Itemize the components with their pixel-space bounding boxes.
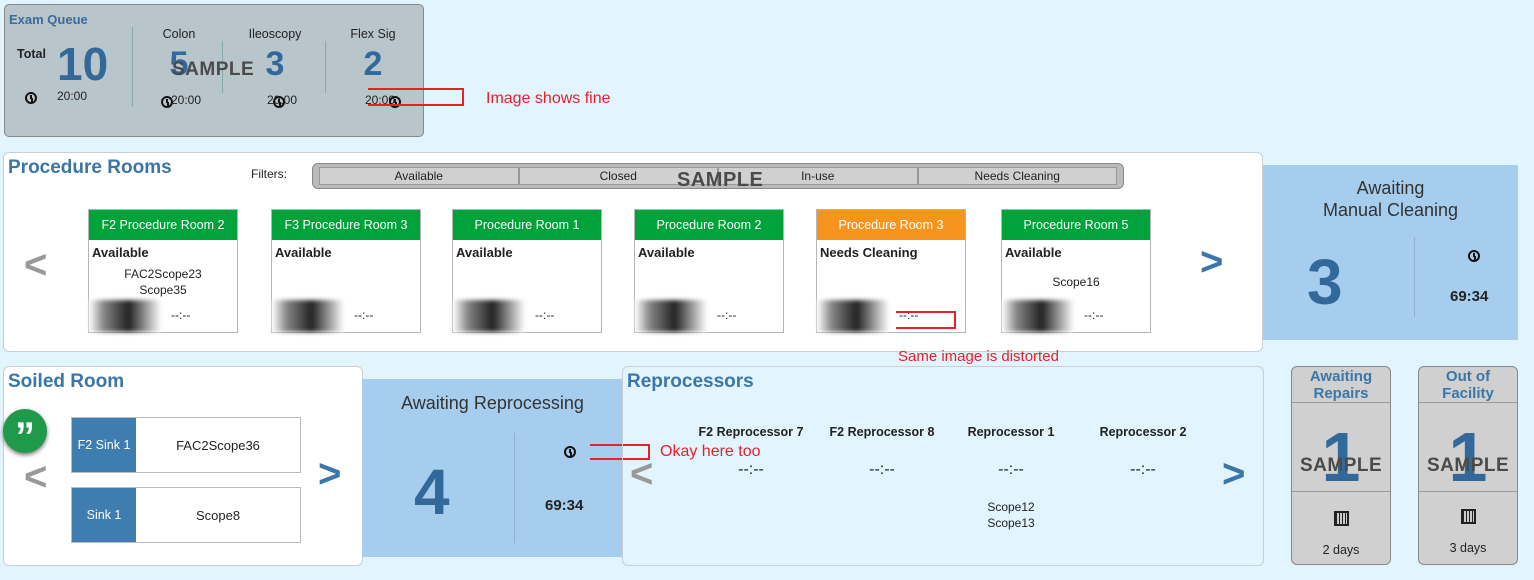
- annotation-arrow: [368, 88, 464, 106]
- total-label: Total: [17, 47, 46, 61]
- clock-icon: [564, 446, 576, 458]
- calendar-icon: [1334, 511, 1349, 526]
- room-card[interactable]: F2 Procedure Room 2 Available FAC2Scope23 S…: [88, 209, 238, 333]
- reprocessor-item[interactable]: F2 Reprocessor 8 --:--: [817, 425, 947, 479]
- total-count: 10: [57, 38, 109, 90]
- room-card[interactable]: F3 Procedure Room 3 Available --:--: [271, 209, 421, 333]
- prev-sinks-button[interactable]: <: [24, 455, 47, 500]
- clock-icon: [25, 92, 37, 104]
- prev-rooms-button[interactable]: <: [24, 243, 47, 288]
- scope-image: [89, 300, 161, 332]
- soiled-room-title: Soiled Room: [8, 371, 125, 392]
- scope-image: [272, 300, 344, 332]
- watermark: SAMPLE: [1300, 455, 1383, 476]
- awaiting-reprocessing-panel[interactable]: Awaiting Reprocessing 4 69:34: [362, 379, 623, 557]
- reprocessor-item[interactable]: F2 Reprocessor 7 --:--: [686, 425, 816, 479]
- scope-image: [453, 300, 525, 332]
- scope-image: [635, 300, 707, 332]
- clock-icon: [1468, 250, 1480, 262]
- next-sinks-button[interactable]: >: [318, 452, 341, 497]
- watermark: SAMPLE: [677, 169, 764, 191]
- total-time: 20:00: [57, 89, 88, 103]
- filter-available[interactable]: Available: [319, 167, 519, 185]
- filter-needs-cleaning[interactable]: Needs Cleaning: [917, 167, 1117, 185]
- scope-image: [1002, 300, 1074, 332]
- awaiting-manual-cleaning-panel[interactable]: Awaiting Manual Cleaning 3 69:34: [1263, 165, 1518, 340]
- quote-icon[interactable]: ”: [3, 409, 47, 459]
- annotation: Image shows fine: [486, 90, 611, 107]
- exam-queue-title: Exam Queue: [9, 12, 88, 27]
- awaiting-repairs-card[interactable]: Awaiting Repairs 1 SAMPLE 2 days: [1291, 366, 1391, 565]
- prev-reprocessors-button[interactable]: <: [630, 452, 653, 497]
- sink-card[interactable]: Sink 1 Scope8: [71, 487, 301, 543]
- next-rooms-button[interactable]: >: [1200, 240, 1223, 285]
- out-of-facility-card[interactable]: Out of Facility 1 SAMPLE 3 days: [1418, 366, 1518, 565]
- reprocessor-item[interactable]: Reprocessor 2 --:--: [1078, 425, 1208, 479]
- watermark: SAMPLE: [1427, 455, 1510, 476]
- watermark: SAMPLE: [172, 59, 255, 80]
- category-flex-sig: Flex Sig 2: [350, 27, 396, 83]
- sink-card[interactable]: F2 Sink 1 FAC2Scope36: [71, 417, 301, 473]
- calendar-icon: [1461, 509, 1476, 524]
- room-card[interactable]: Procedure Room 5 Available Scope16 --:--: [1001, 209, 1151, 333]
- reprocessor-item[interactable]: Reprocessor 1 --:-- Scope12 Scope13: [946, 425, 1076, 531]
- next-reprocessors-button[interactable]: >: [1222, 452, 1245, 497]
- exam-queue-panel: Exam Queue Total 10 20:00 Colon 5 Ileosc…: [4, 4, 424, 137]
- room-card[interactable]: Procedure Room 1 Available --:--: [452, 209, 602, 333]
- reprocessors-title: Reprocessors: [627, 371, 754, 392]
- room-card[interactable]: Procedure Room 2 Available --:--: [634, 209, 784, 333]
- annotation: Same image is distorted: [898, 348, 1059, 365]
- procedure-rooms-title: Procedure Rooms: [8, 157, 172, 178]
- scope-image: [817, 300, 889, 332]
- annotation-arrow: [896, 311, 956, 329]
